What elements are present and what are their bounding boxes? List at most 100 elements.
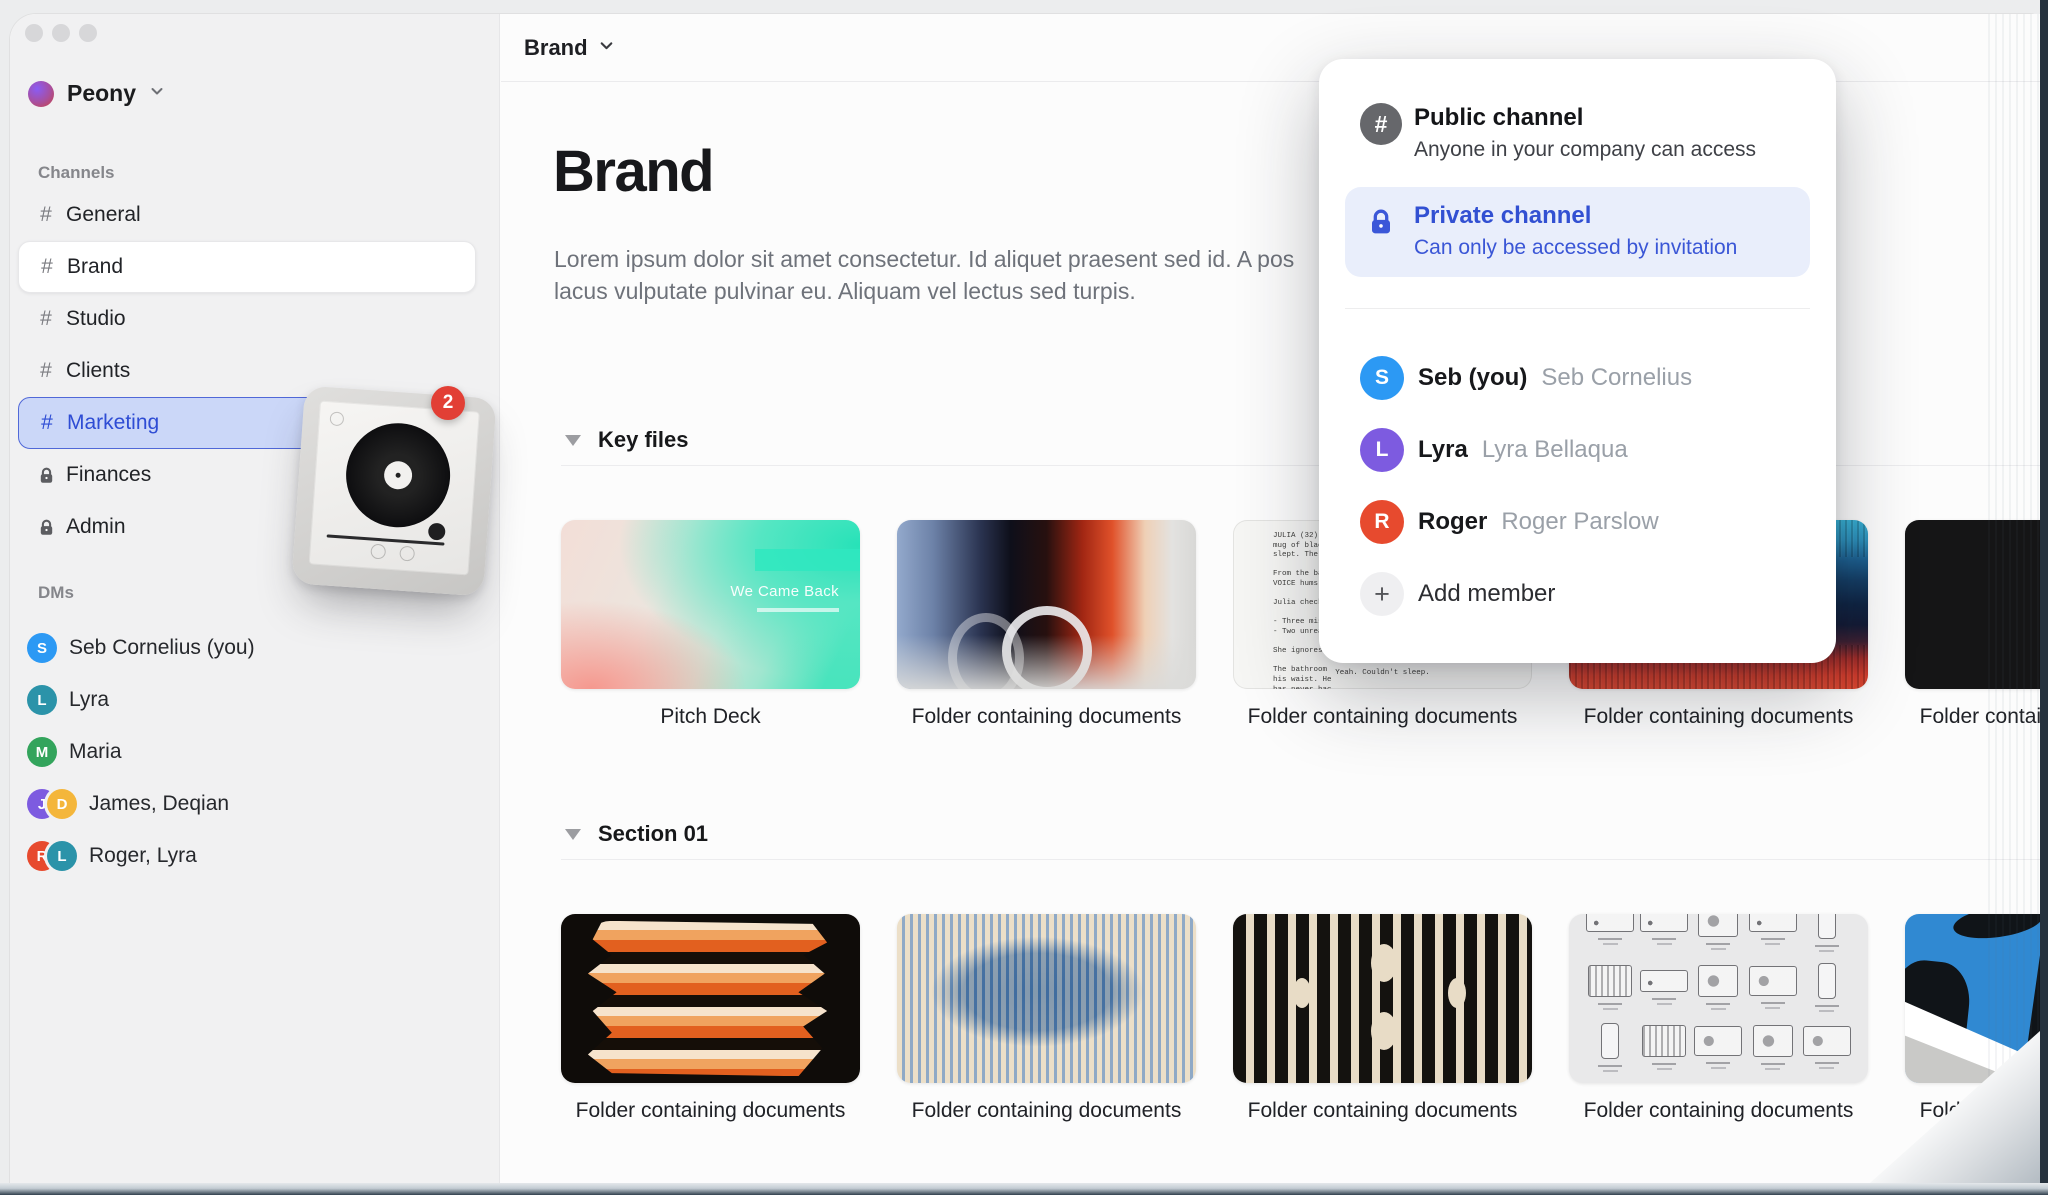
avatar-group: L xyxy=(27,685,57,715)
device-outline xyxy=(1749,914,1797,932)
workspace-name: Peony xyxy=(67,80,136,107)
device-outline xyxy=(1698,914,1738,937)
device-label xyxy=(1603,1008,1618,1010)
member-list: SSeb (you)Seb CorneliusLLyraLyra Bellaqu… xyxy=(1345,342,1810,630)
add-member-button[interactable]: +Add member xyxy=(1345,558,1810,630)
device-label xyxy=(1706,1003,1730,1005)
hash-icon: # xyxy=(34,359,58,383)
member-seb-you[interactable]: SSeb (you)Seb Cornelius xyxy=(1345,342,1810,414)
device-icon xyxy=(1691,958,1745,1018)
dm-item-seb-cornelius-you[interactable]: SSeb Cornelius (you) xyxy=(18,622,476,674)
file-thumbnail-gradient-ring[interactable] xyxy=(897,520,1196,689)
device-label xyxy=(1819,1010,1834,1012)
member-display-name: Lyra xyxy=(1418,436,1468,464)
file-thumbnail-opart[interactable] xyxy=(1233,914,1532,1083)
dm-label: Seb Cornelius (you) xyxy=(69,636,255,660)
device-label xyxy=(1815,1062,1839,1064)
option-title: Private channel xyxy=(1414,201,1737,231)
file-thumbnail-moire[interactable] xyxy=(897,914,1196,1083)
chevron-down-icon xyxy=(149,83,165,104)
file-caption: Folder containing documents xyxy=(561,1099,860,1123)
section-header-section-01[interactable]: Section 01 xyxy=(565,821,2048,847)
dm-item-maria[interactable]: MMaria xyxy=(18,726,476,778)
dragged-file-preview[interactable] xyxy=(291,386,496,597)
channel-label: Studio xyxy=(66,307,126,331)
channel-item-clients[interactable]: #Clients xyxy=(18,345,476,397)
device-label xyxy=(1819,950,1834,952)
device-icon xyxy=(1583,1017,1637,1077)
option-text: Private channelCan only be accessed by i… xyxy=(1414,201,1737,261)
ring-shape xyxy=(1002,606,1092,689)
file-thumbnail-icons[interactable] xyxy=(1569,914,1868,1083)
device-icon xyxy=(1583,914,1637,958)
file-thumbnail-doc[interactable]: Uploaded Agre xyxy=(1905,520,2048,689)
dm-item-roger-lyra[interactable]: RL Roger, Lyra xyxy=(18,830,476,882)
file-caption: Pitch Deck xyxy=(561,705,860,729)
dm-item-lyra[interactable]: LLyra xyxy=(18,674,476,726)
device-icon xyxy=(1637,1017,1691,1077)
dm-item-james-deqian[interactable]: JDJames, Deqian xyxy=(18,778,476,830)
zoom-button[interactable] xyxy=(79,24,97,42)
card-row: Folder containing documentsFolder contai… xyxy=(561,914,2048,1123)
disclosure-triangle-icon xyxy=(565,829,581,840)
breadcrumb[interactable]: Brand xyxy=(524,35,615,61)
file-card: Folder containing documents xyxy=(1569,914,1868,1123)
member-full-name: Lyra Bellaqua xyxy=(1482,436,1628,464)
device-label xyxy=(1815,1005,1839,1007)
device-icon xyxy=(1637,958,1691,1018)
channel-label: General xyxy=(66,203,141,227)
device-label xyxy=(1598,1065,1622,1067)
sidebar: Peony Channels #General#Brand#Studio#Cli… xyxy=(10,14,500,1183)
section-divider xyxy=(561,859,2048,860)
device-outline xyxy=(1601,1023,1619,1059)
glitch-art-blob xyxy=(588,921,827,1077)
member-display-name: Seb (you) xyxy=(1418,364,1527,392)
channel-item-general[interactable]: #General xyxy=(18,189,476,241)
plus-icon: + xyxy=(1360,572,1404,616)
device-icon xyxy=(1746,914,1800,958)
option-private-channel[interactable]: Private channelCan only be accessed by i… xyxy=(1345,187,1810,277)
pitch-art-title: We Came Back xyxy=(730,583,839,600)
dm-label: Roger, Lyra xyxy=(89,844,197,868)
file-thumbnail-glitch[interactable] xyxy=(561,914,860,1083)
option-subtitle: Anyone in your company can access xyxy=(1414,137,1756,163)
option-title: Public channel xyxy=(1414,103,1756,133)
disclosure-triangle-icon xyxy=(565,435,581,446)
close-button[interactable] xyxy=(25,24,43,42)
file-caption: Folder containing documents xyxy=(897,705,1196,729)
file-thumbnail-pitch[interactable]: We Came Back xyxy=(561,520,860,689)
device-icon xyxy=(1800,914,1854,958)
file-card: Folder containing documents xyxy=(1233,914,1532,1123)
workspace-switcher[interactable]: Peony xyxy=(28,80,165,107)
member-roger[interactable]: RRogerRoger Parslow xyxy=(1345,486,1810,558)
member-lyra[interactable]: LLyraLyra Bellaqua xyxy=(1345,414,1810,486)
minimize-button[interactable] xyxy=(52,24,70,42)
device-label xyxy=(1657,943,1672,945)
device-outline xyxy=(1588,965,1632,997)
device-label xyxy=(1765,943,1780,945)
device-label xyxy=(1598,1003,1622,1005)
workspace-avatar xyxy=(28,81,54,107)
avatar-group: RL xyxy=(27,841,77,871)
section-01: Section 01Folder containing documentsFol… xyxy=(561,821,2048,1123)
pitch-art-accent xyxy=(755,549,860,571)
device-icon xyxy=(1691,914,1745,958)
section-label: Key files xyxy=(598,427,689,453)
hash-icon: # xyxy=(34,307,58,331)
pitch-art-subtitle xyxy=(757,608,839,612)
avatar: L xyxy=(27,685,57,715)
channel-visibility-popover: # Public channel Anyone in your company ca… xyxy=(1319,59,1836,663)
lock-icon xyxy=(34,466,58,485)
section-label: Section 01 xyxy=(598,821,708,847)
channel-item-brand[interactable]: #Brand xyxy=(18,241,476,293)
device-outline xyxy=(1694,1026,1742,1056)
chevron-down-icon xyxy=(598,37,615,59)
page-title: Brand xyxy=(553,138,713,205)
hash-icon: # xyxy=(1360,103,1402,145)
device-icon xyxy=(1800,958,1854,1018)
option-public-channel[interactable]: # Public channel Anyone in your company ca… xyxy=(1345,103,1810,163)
device-icon xyxy=(1583,958,1637,1018)
channel-item-studio[interactable]: # Studio xyxy=(18,293,476,345)
device-label xyxy=(1815,945,1839,947)
dm-list: SSeb Cornelius (you)LLyraMMariaJDJames, … xyxy=(18,622,476,882)
